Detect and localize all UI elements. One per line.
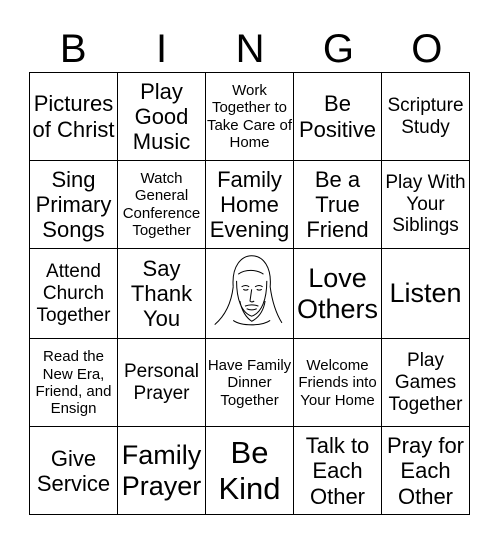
cell-text: Family Prayer [121,439,202,501]
bingo-cell[interactable]: Play Good Music [117,72,206,161]
bingo-cell[interactable]: Play Games Together [381,338,470,428]
bingo-header: B I N G O [29,26,471,72]
cell-text: Play With Your Siblings [385,171,466,237]
cell-text: Love Others [296,262,379,324]
cell-text: Work Together to Take Care of Home [206,82,293,151]
jesus-portrait-icon [213,255,282,326]
bingo-cell[interactable]: Talk to Each Other [293,426,382,516]
bingo-cell[interactable]: Family Prayer [117,426,206,516]
cell-text: Say Thank You [130,255,193,332]
bingo-cell[interactable]: Attend Church Together [29,247,118,340]
bingo-cell[interactable]: Read the New Era, Friend, and Ensign [29,338,118,428]
bingo-cell[interactable]: Be Positive [293,72,382,161]
bingo-cell[interactable]: Work Together to Take Care of Home [205,72,294,161]
cell-text: Play Games Together [388,350,463,415]
cell-text: Sing Primary Songs [35,166,112,243]
cell-text: Family Home Evening [209,166,290,243]
bingo-cell[interactable]: Family Home Evening [205,160,294,249]
cell-text: Have Family Dinner Together [207,357,292,409]
bingo-cell[interactable]: Sing Primary Songs [29,160,118,249]
cell-text: Attend Church Together [36,260,111,326]
bingo-cell[interactable]: Be Kind [205,426,294,516]
bingo-cell[interactable]: Play With Your Siblings [381,160,470,249]
bingo-cell[interactable]: Listen [381,247,470,340]
cell-text: Read the New Era, Friend, and Ensign [35,348,112,418]
grid-row: Pictures of Christ Play Good Music Work To… [29,72,470,161]
cell-text: Pray for Each Other [386,432,465,509]
cell-text: Welcome Friends into Your Home [298,357,377,409]
bingo-cell[interactable]: Pictures of Christ [29,72,118,161]
grid-row: Give Service Family Prayer Be Kind Talk to … [29,426,470,516]
grid-row: Attend Church Together Say Thank You Love … [29,247,470,340]
cell-text: Give Service [36,445,111,496]
bingo-cell[interactable]: Welcome Friends into Your Home [293,338,382,428]
bingo-cell[interactable]: Watch General Conference Together [117,160,206,249]
header-letter: I [156,27,168,71]
cell-text: Personal Prayer [124,361,199,404]
cell-text: Be Positive [298,91,377,142]
bingo-cell[interactable]: Have Family Dinner Together [205,338,294,428]
cell-text: Be Kind [218,435,281,506]
cell-text: Pictures of Christ [32,91,115,142]
bingo-cell[interactable]: Love Others [293,247,382,340]
cell-text: Play Good Music [132,78,191,155]
bingo-cell[interactable]: Personal Prayer [117,338,206,428]
bingo-grid: Pictures of Christ Play Good Music Work To… [29,72,470,516]
cell-text: Scripture Study [387,94,464,138]
bingo-cell[interactable]: Pray for Each Other [381,426,470,516]
cell-text: Be a True Friend [306,166,369,243]
header-letter: O [411,27,443,71]
free-space-cell[interactable] [205,247,294,340]
cell-text: Talk to Each Other [305,432,370,509]
header-letter: G [322,27,354,71]
bingo-cell[interactable]: Be a True Friend [293,160,382,249]
header-letter: B [59,27,87,71]
grid-row: Read the New Era, Friend, and Ensign Pers… [29,338,470,428]
bingo-cell[interactable]: Say Thank You [117,247,206,340]
cell-text: Listen [389,278,462,309]
cell-text: Watch General Conference Together [122,170,201,239]
grid-row: Sing Primary Songs Watch General Conferen… [29,160,470,249]
bingo-cell[interactable]: Give Service [29,426,118,516]
bingo-cell[interactable]: Scripture Study [381,72,470,161]
header-letter: N [235,27,265,71]
